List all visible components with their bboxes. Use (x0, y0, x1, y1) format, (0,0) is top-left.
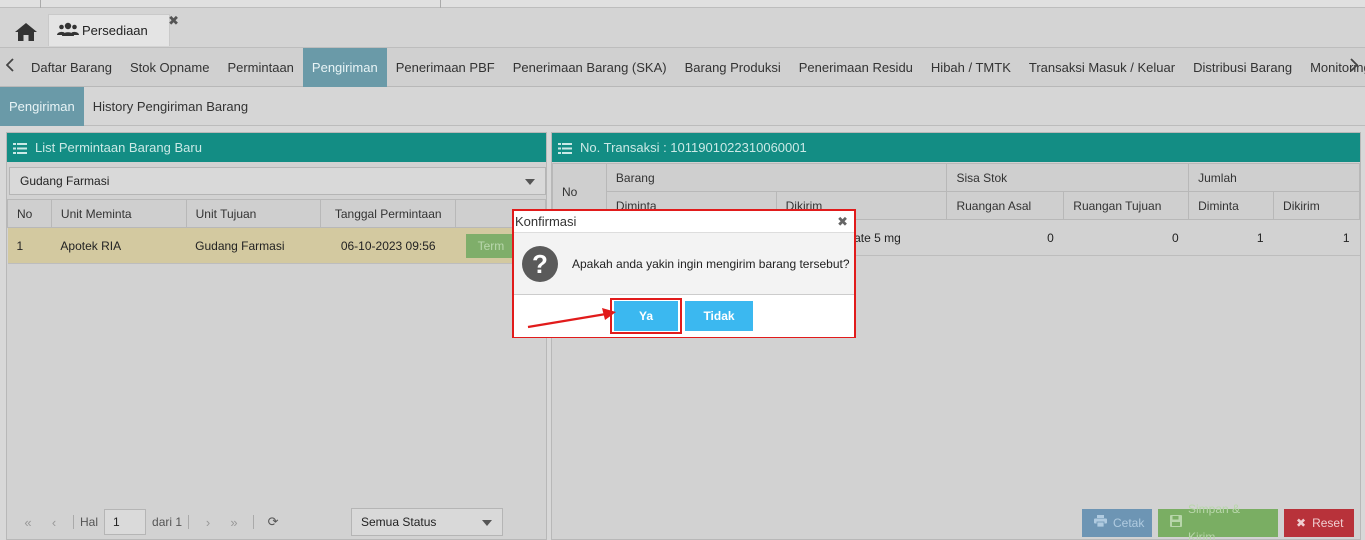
home-icon[interactable] (14, 22, 38, 42)
annotation-arrow-icon (527, 308, 616, 329)
nav-item-penerimaan-barang-ska[interactable]: Penerimaan Barang (SKA) (504, 48, 676, 87)
dari-label: dari 1 (152, 515, 183, 529)
caret-down-icon (482, 520, 492, 526)
nav-item-penerimaan-pbf[interactable]: Penerimaan PBF (387, 48, 504, 87)
table-row[interactable]: 1 Apotek RIA Gudang Farmasi 06-10-2023 0… (7, 227, 546, 264)
top-strip (0, 0, 1365, 8)
reset-label: Reset (1312, 516, 1344, 530)
left-panel-header: List Permintaan Barang Baru (7, 133, 546, 162)
column-header[interactable]: Ruangan Asal (946, 191, 1065, 220)
chevron-left-icon[interactable] (5, 58, 14, 75)
column-header[interactable]: Barang (605, 163, 948, 192)
column-header[interactable]: Sisa Stok (946, 163, 1190, 192)
dialog-message: Apakah anda yakin ingin mengirim barang … (572, 256, 850, 271)
list-icon (13, 142, 27, 154)
next-page-icon[interactable]: › (195, 515, 221, 530)
dialog-body: ? Apakah anda yakin ingin mengirim baran… (514, 233, 854, 295)
simpan-label: Simpan & Kirim (1188, 502, 1241, 540)
printer-icon (1094, 509, 1107, 537)
cell-ruangan-tujuan: 0 (1063, 219, 1189, 256)
column-header[interactable]: Tanggal Permintaan (320, 199, 457, 228)
cetak-button[interactable]: Cetak (1082, 509, 1152, 537)
nav-item-daftar-barang[interactable]: Daftar Barang (22, 48, 121, 87)
close-icon[interactable]: ✖ (837, 211, 848, 233)
cetak-label: Cetak (1113, 516, 1145, 530)
right-panel-header: No. Transaksi : 1011901022310060001 (552, 133, 1360, 162)
app-tab-bar: Persediaan ✖ (0, 8, 1365, 48)
cell-no: 1 (7, 227, 52, 264)
page-input[interactable]: 1 (104, 509, 147, 535)
reset-button[interactable]: ✖ Reset (1284, 509, 1354, 537)
module-nav: Daftar Barang Stok Opname Permintaan Pengir… (0, 48, 1365, 87)
divider (40, 0, 41, 8)
nav-item-penerimaan-residu[interactable]: Penerimaan Residu (790, 48, 922, 87)
simpan-kirim-button[interactable]: Simpan & Kirim (1158, 502, 1278, 540)
prev-page-icon[interactable]: ‹ (41, 515, 67, 530)
users-icon (57, 22, 79, 39)
cell-jumlah-diminta: 1 (1188, 219, 1274, 256)
nav-item-hibah-tmtk[interactable]: Hibah / TMTK (922, 48, 1020, 87)
column-header[interactable]: No (7, 199, 52, 228)
action-bar: Cetak Simpan & Kirim ✖ Reset (1082, 502, 1354, 540)
left-panel-title: List Permintaan Barang Baru (35, 140, 202, 155)
chevron-right-icon[interactable] (1350, 58, 1359, 75)
ya-button[interactable]: Ya (614, 301, 678, 331)
caret-down-icon (525, 179, 535, 185)
dialog-title-bar: Konfirmasi ✖ (514, 211, 854, 233)
permintaan-table: No Unit Meminta Unit Tujuan Tanggal Perm… (7, 199, 546, 264)
divider (440, 0, 441, 8)
nav-item-stok-opname[interactable]: Stok Opname (121, 48, 219, 87)
sub-nav: Pengiriman History Pengiriman Barang (0, 87, 1365, 126)
save-icon (1170, 509, 1182, 537)
list-icon (558, 142, 572, 154)
divider (253, 515, 255, 529)
column-header[interactable]: Dikirim (1273, 191, 1360, 220)
cell-tanggal: 06-10-2023 09:56 (320, 227, 456, 264)
tab-pengiriman[interactable]: Pengiriman (0, 87, 84, 126)
gudang-select[interactable]: Gudang Farmasi (9, 167, 546, 195)
nav-item-distribusi-barang[interactable]: Distribusi Barang (1184, 48, 1301, 87)
divider (188, 515, 190, 529)
nav-item-barang-produksi[interactable]: Barang Produksi (676, 48, 790, 87)
column-header[interactable]: Unit Meminta (50, 199, 187, 228)
first-page-icon[interactable]: « (15, 515, 41, 530)
dialog-title: Konfirmasi (515, 214, 577, 229)
close-icon: ✖ (1296, 516, 1307, 530)
question-icon: ? (522, 245, 558, 282)
close-icon[interactable]: ✖ (168, 13, 179, 29)
nav-item-pengiriman[interactable]: Pengiriman (302, 48, 387, 87)
status-select[interactable]: Semua Status (351, 508, 503, 536)
pager: « ‹ Hal 1 dari 1 › » ⟳ Semua Status (7, 505, 546, 539)
divider (73, 515, 74, 529)
module-nav-items: Daftar Barang Stok Opname Permintaan Pengir… (22, 48, 1365, 87)
tab-history-pengiriman-barang[interactable]: History Pengiriman Barang (84, 87, 257, 126)
nav-item-transaksi-masuk-keluar[interactable]: Transaksi Masuk / Keluar (1020, 48, 1184, 87)
status-select-value: Semua Status (361, 515, 437, 529)
column-header[interactable]: Jumlah (1188, 163, 1360, 192)
cell-unit-tujuan: Gudang Farmasi (186, 227, 321, 264)
app-tab-persediaan[interactable]: Persediaan ✖ (48, 13, 179, 46)
right-panel-title: No. Transaksi : 1011901022310060001 (580, 140, 807, 155)
hal-label: Hal (80, 515, 99, 529)
column-header[interactable]: Ruangan Tujuan (1063, 191, 1190, 220)
cell-ruangan-asal: 0 (946, 219, 1064, 256)
gudang-select-value: Gudang Farmasi (20, 174, 110, 188)
nav-item-permintaan[interactable]: Permintaan (218, 48, 302, 87)
cell-unit-meminta: Apotek RIA (51, 227, 187, 264)
column-header[interactable]: Diminta (1188, 191, 1275, 220)
cell-jumlah-dikirim: 1 (1273, 219, 1360, 256)
last-page-icon[interactable]: » (221, 515, 247, 530)
terima-button[interactable]: Term (465, 233, 517, 258)
left-panel: List Permintaan Barang Baru Gudang Farma… (6, 132, 547, 540)
tidak-button[interactable]: Tidak (685, 301, 753, 331)
refresh-icon[interactable]: ⟳ (260, 514, 286, 530)
app-tab-label: Persediaan (82, 23, 148, 38)
column-header[interactable]: Unit Tujuan (185, 199, 322, 228)
